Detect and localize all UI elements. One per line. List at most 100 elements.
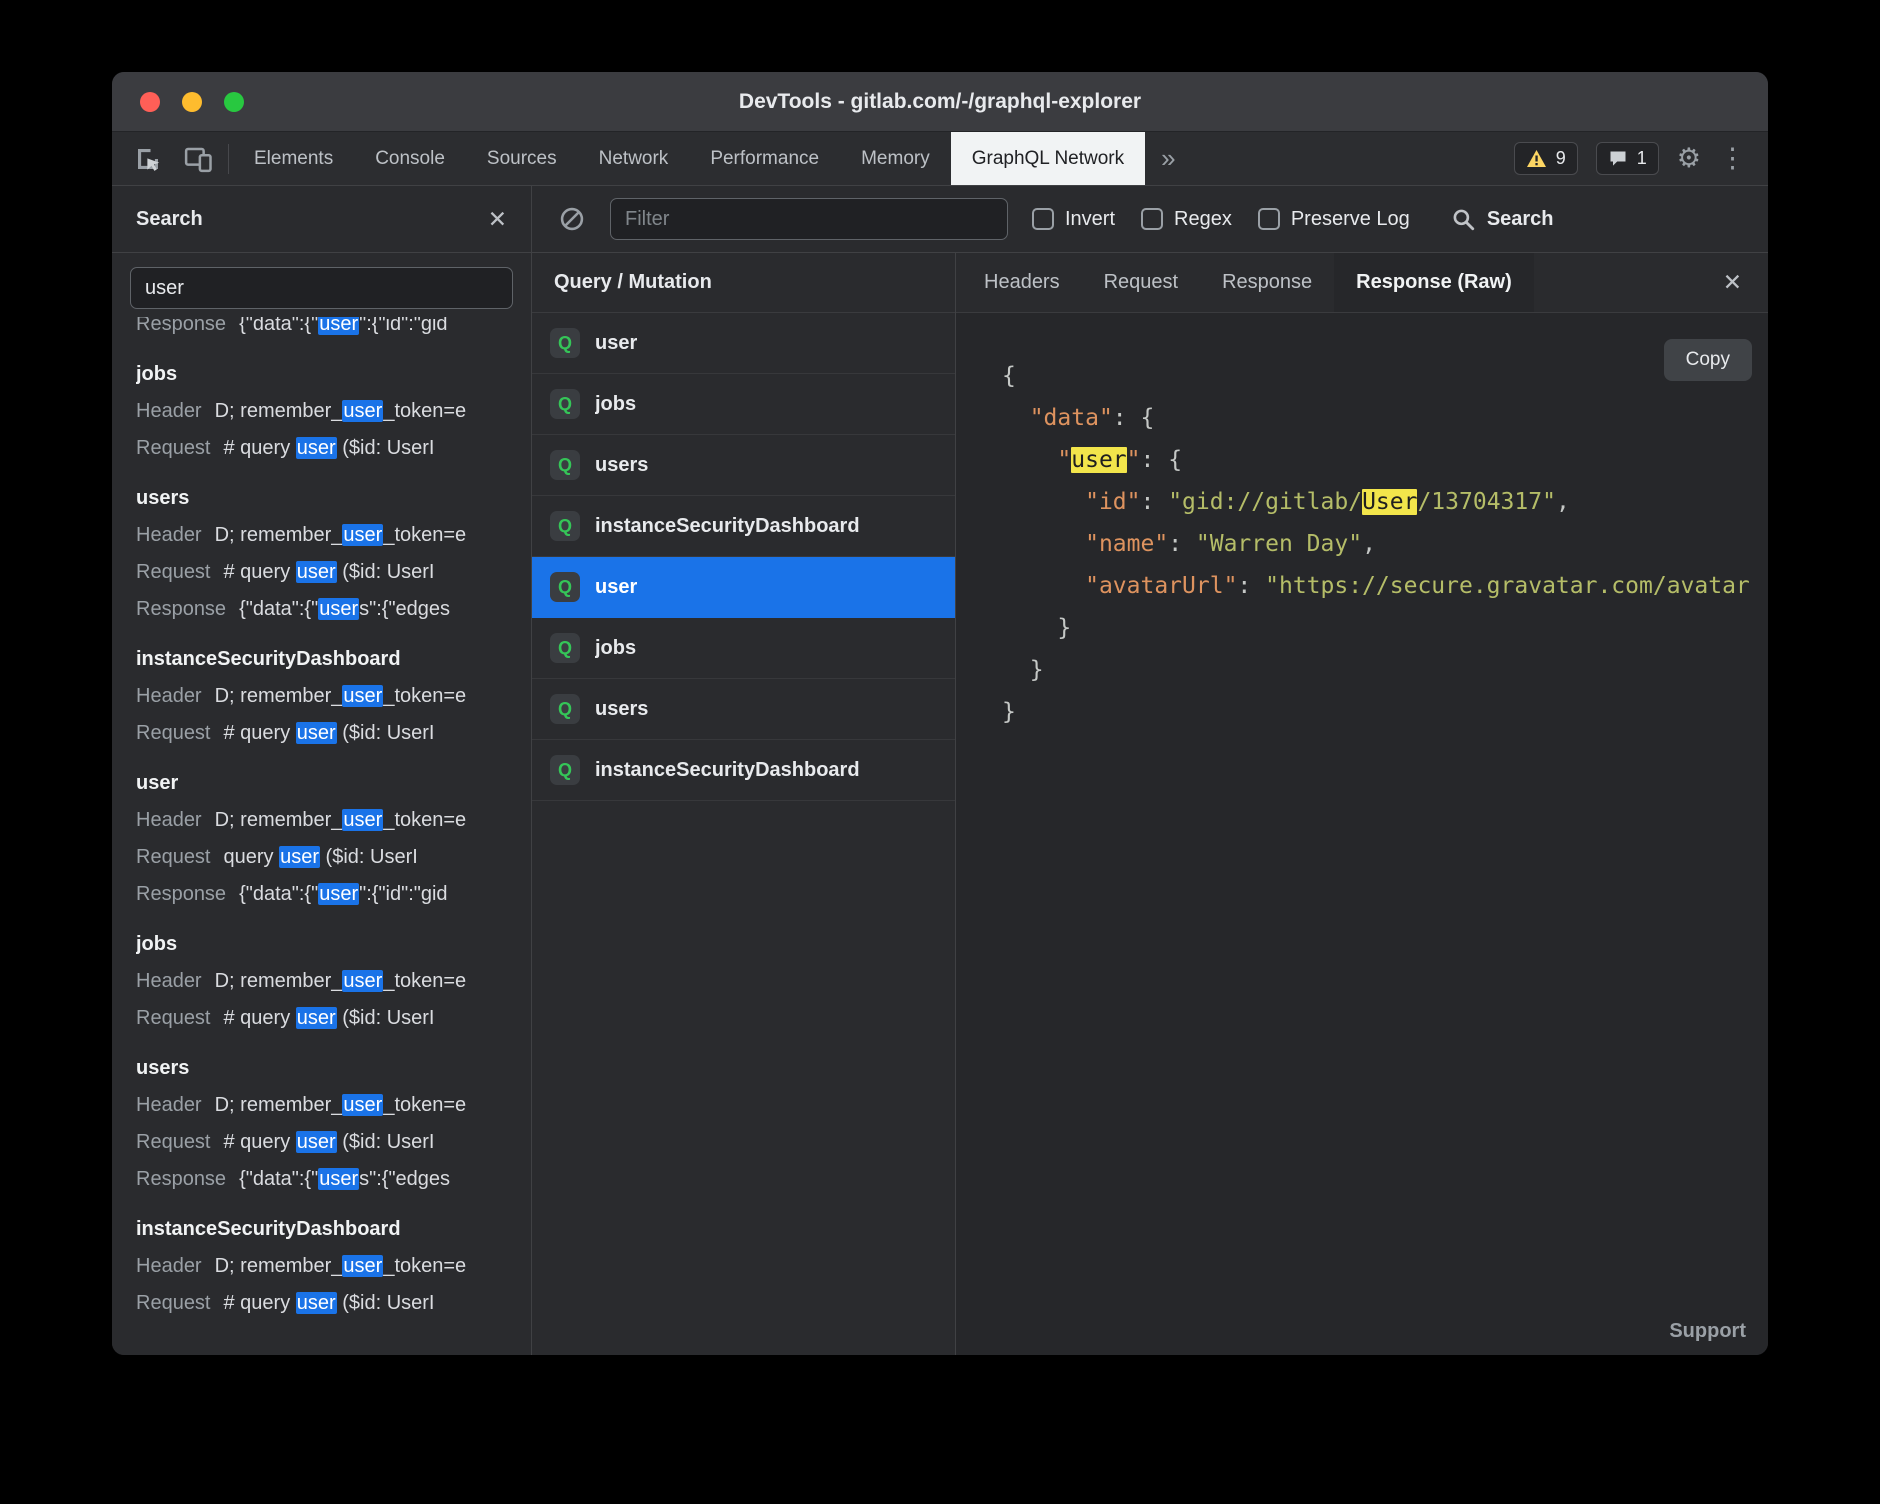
checkbox-invert[interactable] (1032, 208, 1054, 230)
search-result-line[interactable]: HeaderD; remember_user_token=e (136, 963, 531, 1000)
checkbox-regex[interactable] (1141, 208, 1163, 230)
tab-graphql-network[interactable]: GraphQL Network (951, 132, 1145, 185)
result-line-label: Response (136, 598, 226, 620)
search-toggle-label: Search (1487, 208, 1554, 231)
query-list-item[interactable]: Quser (532, 557, 955, 618)
response-tab-response[interactable]: Response (1200, 253, 1334, 312)
search-result-line[interactable]: HeaderD; remember_user_token=e (136, 393, 531, 430)
search-result-line[interactable]: Request# query user ($id: UserI (136, 430, 531, 467)
search-match-highlight: user (296, 1131, 337, 1153)
block-circle-glyph (558, 205, 586, 233)
checkbox-preserve-log[interactable] (1258, 208, 1280, 230)
search-result-line[interactable]: HeaderD; remember_user_token=e (136, 1087, 531, 1124)
search-result-query-name[interactable]: instanceSecurityDashboard (136, 641, 531, 678)
search-result-query-name[interactable]: jobs (136, 926, 531, 963)
search-input[interactable] (130, 267, 513, 309)
close-search-icon[interactable]: ✕ (488, 208, 507, 231)
filter-option-preserve-log[interactable]: Preserve Log (1258, 208, 1410, 231)
device-toolbar-icon[interactable] (180, 141, 216, 177)
minimize-window-button[interactable] (182, 92, 202, 112)
search-result-line[interactable]: Request query user ($id: UserI (136, 839, 531, 876)
search-match-highlight: user (342, 400, 383, 422)
response-tab-request[interactable]: Request (1082, 253, 1201, 312)
traffic-lights (140, 92, 244, 112)
filter-bar: Invert Regex Preserve Log Search (532, 186, 1768, 253)
settings-gear-icon[interactable]: ⚙ (1677, 145, 1701, 172)
result-line-content: query user ($id: UserI (224, 846, 418, 868)
response-detail-panel: HeadersRequestResponseResponse (Raw) ✕ C… (956, 253, 1768, 1355)
search-match-highlight: user (1071, 447, 1126, 473)
query-list-item[interactable]: Qjobs (532, 374, 955, 435)
tab-memory[interactable]: Memory (840, 132, 951, 185)
search-match-highlight: user (342, 1255, 383, 1277)
messages-badge[interactable]: 1 (1596, 142, 1659, 175)
search-result-line[interactable]: HeaderD; remember_user_token=e (136, 517, 531, 554)
search-result-query-name[interactable]: users (136, 1050, 531, 1087)
search-match-highlight: user (318, 883, 359, 905)
search-result-line[interactable]: HeaderD; remember_user_token=e (136, 1248, 531, 1285)
query-type-badge: Q (550, 572, 580, 602)
json-line: "name": "Warren Day", (1002, 523, 1754, 565)
search-result-line[interactable]: Request# query user ($id: UserI (136, 1124, 531, 1161)
search-result-line[interactable]: Request# query user ($id: UserI (136, 1000, 531, 1037)
more-tabs-button[interactable]: » (1145, 132, 1191, 185)
response-tab-headers[interactable]: Headers (962, 253, 1082, 312)
result-line-content: {"data":{"users":{"edges (239, 598, 450, 620)
search-result-line[interactable]: Request# query user ($id: UserI (136, 1285, 531, 1322)
search-result-line[interactable]: Request# query user ($id: UserI (136, 715, 531, 752)
filter-option-invert[interactable]: Invert (1032, 208, 1115, 231)
query-list-item[interactable]: Qusers (532, 679, 955, 740)
magnifier-icon (1450, 206, 1476, 232)
search-match-highlight: user (296, 561, 337, 583)
query-list-item[interactable]: Qjobs (532, 618, 955, 679)
query-type-badge: Q (550, 450, 580, 480)
search-result-line[interactable]: Response{"data":{"user":{"id":"gid (136, 876, 531, 913)
kebab-menu-icon[interactable]: ⋮ (1719, 145, 1746, 172)
close-window-button[interactable] (140, 92, 160, 112)
result-line-label: Request (136, 437, 211, 459)
tab-network[interactable]: Network (578, 132, 690, 185)
search-match-highlight: user (318, 1168, 359, 1190)
json-line: "user": { (1002, 439, 1754, 481)
result-line-content: D; remember_user_token=e (215, 400, 467, 422)
tab-console[interactable]: Console (354, 132, 466, 185)
zoom-window-button[interactable] (224, 92, 244, 112)
tab-elements[interactable]: Elements (233, 132, 354, 185)
search-result-line[interactable]: HeaderD; remember_user_token=e (136, 802, 531, 839)
search-toggle[interactable]: Search (1450, 206, 1554, 232)
copy-button[interactable]: Copy (1664, 339, 1752, 381)
result-line-content: D; remember_user_token=e (215, 685, 467, 707)
search-result-query-name[interactable]: instanceSecurityDashboard (136, 1211, 531, 1248)
tab-performance[interactable]: Performance (689, 132, 840, 185)
query-list-item[interactable]: Quser (532, 313, 955, 374)
search-result-line[interactable]: Response {"data":{"users":{"edges (136, 591, 531, 628)
result-line-content: D; remember_user_token=e (215, 809, 467, 831)
search-result-line[interactable]: Response{"data":{"users":{"edges (136, 1161, 531, 1198)
result-line-label: Request (136, 1292, 211, 1314)
search-match-highlight: user (342, 1094, 383, 1116)
query-list-item[interactable]: Qusers (532, 435, 955, 496)
search-result-line[interactable]: HeaderD; remember_user_token=e (136, 678, 531, 715)
response-tab-response-raw[interactable]: Response (Raw) (1334, 253, 1534, 312)
query-list-item[interactable]: QinstanceSecurityDashboard (532, 496, 955, 557)
search-result-query-name[interactable]: user (136, 765, 531, 802)
search-result-line[interactable]: Request# query user ($id: UserI (136, 554, 531, 591)
result-line-label: Request (136, 846, 211, 868)
clear-log-icon[interactable] (558, 205, 586, 233)
search-result-line[interactable]: Response{"data":{"user":{"id":"gid (136, 317, 531, 343)
search-panel-header: Search ✕ (112, 186, 531, 253)
close-detail-icon[interactable]: ✕ (1697, 253, 1768, 312)
result-line-label: Request (136, 561, 211, 583)
warnings-badge[interactable]: 9 (1514, 142, 1578, 175)
filter-option-regex[interactable]: Regex (1141, 208, 1232, 231)
tab-sources[interactable]: Sources (466, 132, 578, 185)
filter-input[interactable] (610, 198, 1008, 240)
toolbar-separator (228, 144, 229, 174)
result-line-content: D; remember_user_token=e (215, 1255, 467, 1277)
result-line-content: # query user ($id: UserI (224, 1131, 435, 1153)
search-result-query-name[interactable]: users (136, 480, 531, 517)
search-result-query-name[interactable]: jobs (136, 356, 531, 393)
query-list-item[interactable]: QinstanceSecurityDashboard (532, 740, 955, 801)
support-link[interactable]: Support (1669, 1320, 1746, 1343)
inspect-element-icon[interactable] (130, 141, 166, 177)
